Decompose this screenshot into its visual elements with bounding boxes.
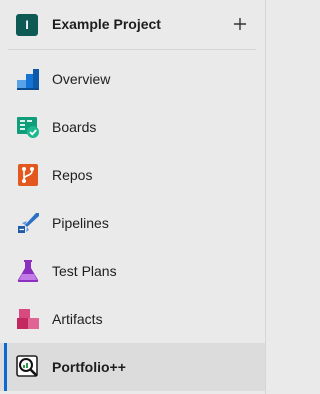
sidebar-item-label: Artifacts — [52, 311, 103, 327]
sidebar-item-pipelines[interactable]: Pipelines — [0, 199, 265, 247]
sidebar-item-boards[interactable]: Boards — [0, 103, 265, 151]
overview-icon — [17, 69, 39, 90]
project-name[interactable]: Example Project — [52, 16, 161, 32]
sidebar-item-test-plans[interactable]: Test Plans — [0, 247, 265, 295]
pipelines-icon — [18, 213, 39, 233]
sidebar-item-label: Portfolio++ — [52, 359, 126, 375]
project-avatar: I — [16, 14, 38, 36]
sidebar-item-artifacts[interactable]: Artifacts — [0, 295, 265, 343]
divider — [8, 49, 256, 50]
add-button[interactable] — [230, 14, 250, 34]
plus-icon — [234, 18, 246, 30]
portfolio-icon — [16, 355, 38, 377]
sidebar-item-label: Repos — [52, 167, 93, 183]
sidebar-item-label: Overview — [52, 71, 111, 87]
test-plans-icon — [17, 260, 39, 282]
sidebar-item-overview[interactable]: Overview — [0, 55, 265, 103]
repos-icon — [18, 164, 38, 186]
sidebar-item-label: Test Plans — [52, 263, 117, 279]
sidebar-item-repos[interactable]: Repos — [0, 151, 265, 199]
boards-icon — [17, 117, 39, 138]
sidebar-item-portfolio[interactable]: Portfolio++ — [0, 343, 265, 391]
project-sidebar: I Example Project Overview Boards Repos … — [0, 0, 266, 394]
sidebar-item-label: Boards — [52, 119, 97, 135]
artifacts-icon — [17, 309, 39, 329]
project-header[interactable]: I Example Project — [0, 0, 265, 49]
sidebar-item-label: Pipelines — [52, 215, 109, 231]
